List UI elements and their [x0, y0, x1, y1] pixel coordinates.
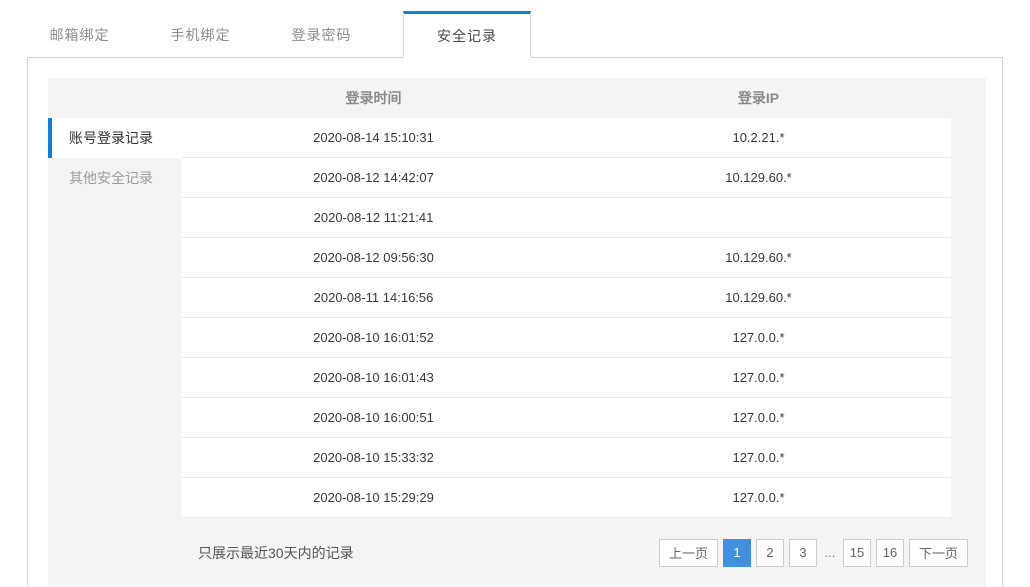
login-ip-cell: 127.0.0.* [566, 398, 951, 438]
login-time-cell: 2020-08-10 16:01:43 [181, 358, 566, 398]
table-row: 2020-08-10 15:33:32 127.0.0.* [48, 438, 986, 478]
row-side-spacer [48, 318, 181, 358]
page-button-15[interactable]: 15 [843, 539, 871, 567]
row-side-spacer [48, 478, 181, 518]
login-ip-cell: 127.0.0.* [566, 358, 951, 398]
pagination: 上一页 123... 1516 下一页 [659, 539, 968, 567]
table-row: 2020-08-10 15:29:29 127.0.0.* [48, 478, 986, 518]
table-footer: 只展示最近30天内的记录 上一页 123... 1516 下一页 [48, 518, 986, 587]
login-ip-cell: 10.129.60.* [566, 238, 951, 278]
login-time-cell: 2020-08-10 16:01:52 [181, 318, 566, 358]
row-side-spacer [48, 358, 181, 398]
login-time-cell: 2020-08-12 14:42:07 [181, 158, 566, 198]
tab-bar: 邮箱绑定手机绑定登录密码安全记录 [0, 0, 1030, 58]
page-button-16[interactable]: 16 [876, 539, 904, 567]
table-row: 2020-08-10 16:01:43 127.0.0.* [48, 358, 986, 398]
next-page-button[interactable]: 下一页 [909, 539, 968, 567]
row-side-spacer [48, 438, 181, 478]
login-ip-cell: 10.129.60.* [566, 158, 951, 198]
table-row: 2020-08-12 14:42:07 10.129.60.* [48, 158, 986, 198]
page-button-2[interactable]: 2 [756, 539, 784, 567]
row-side-spacer [48, 198, 181, 238]
sidebar-item-account-login-records[interactable]: 账号登录记录 [48, 118, 181, 158]
retention-note: 只展示最近30天内的记录 [198, 543, 354, 563]
row-side-spacer [48, 238, 181, 278]
table-row: 2020-08-10 16:00:51 127.0.0.* [48, 398, 986, 438]
prev-page-button[interactable]: 上一页 [659, 539, 718, 567]
column-header-login-ip: 登录IP [566, 78, 951, 118]
table-body: 2020-08-14 15:10:31 10.2.21.* 2020-08-12… [48, 118, 986, 518]
side-nav: 账号登录记录 其他安全记录 [48, 118, 181, 198]
login-ip-cell [566, 198, 951, 238]
tab-email-binding[interactable]: 邮箱绑定 [19, 11, 140, 58]
login-time-cell: 2020-08-10 16:00:51 [181, 398, 566, 438]
header-side-spacer [48, 78, 181, 118]
login-time-cell: 2020-08-14 15:10:31 [181, 118, 566, 158]
tab-security-records[interactable]: 安全记录 [403, 11, 531, 58]
login-ip-cell: 127.0.0.* [566, 318, 951, 358]
table-row: 2020-08-10 16:01:52 127.0.0.* [48, 318, 986, 358]
login-time-cell: 2020-08-12 09:56:30 [181, 238, 566, 278]
login-ip-cell: 127.0.0.* [566, 438, 951, 478]
table-row: 2020-08-14 15:10:31 10.2.21.* [48, 118, 986, 158]
row-side-spacer [48, 278, 181, 318]
table-row: 2020-08-12 11:21:41 [48, 198, 986, 238]
login-time-cell: 2020-08-12 11:21:41 [181, 198, 566, 238]
page-button-3[interactable]: 3 [789, 539, 817, 567]
column-header-login-time: 登录时间 [181, 78, 566, 118]
sidebar-item-label: 账号登录记录 [69, 128, 153, 148]
security-records-panel: 登录时间 登录IP 2020-08-14 15:10:31 10.2.21.* … [27, 57, 1003, 586]
table-row: 2020-08-11 14:16:56 10.129.60.* [48, 278, 986, 318]
table-header-row: 登录时间 登录IP [48, 78, 986, 118]
login-ip-cell: 127.0.0.* [566, 478, 951, 518]
login-records-block: 登录时间 登录IP 2020-08-14 15:10:31 10.2.21.* … [48, 78, 986, 587]
page-button-1[interactable]: 1 [723, 539, 751, 567]
login-time-cell: 2020-08-10 15:29:29 [181, 478, 566, 518]
pagination-ellipsis: ... [822, 545, 838, 560]
table-row: 2020-08-12 09:56:30 10.129.60.* [48, 238, 986, 278]
login-ip-cell: 10.129.60.* [566, 278, 951, 318]
login-time-cell: 2020-08-11 14:16:56 [181, 278, 566, 318]
tab-login-password[interactable]: 登录密码 [261, 11, 382, 58]
sidebar-item-other-security-records[interactable]: 其他安全记录 [48, 158, 181, 198]
login-ip-cell: 10.2.21.* [566, 118, 951, 158]
login-time-cell: 2020-08-10 15:33:32 [181, 438, 566, 478]
tab-phone-binding[interactable]: 手机绑定 [140, 11, 261, 58]
pagination-pages: 123... 1516 [723, 539, 904, 567]
sidebar-item-label: 其他安全记录 [69, 168, 153, 188]
row-side-spacer [48, 398, 181, 438]
